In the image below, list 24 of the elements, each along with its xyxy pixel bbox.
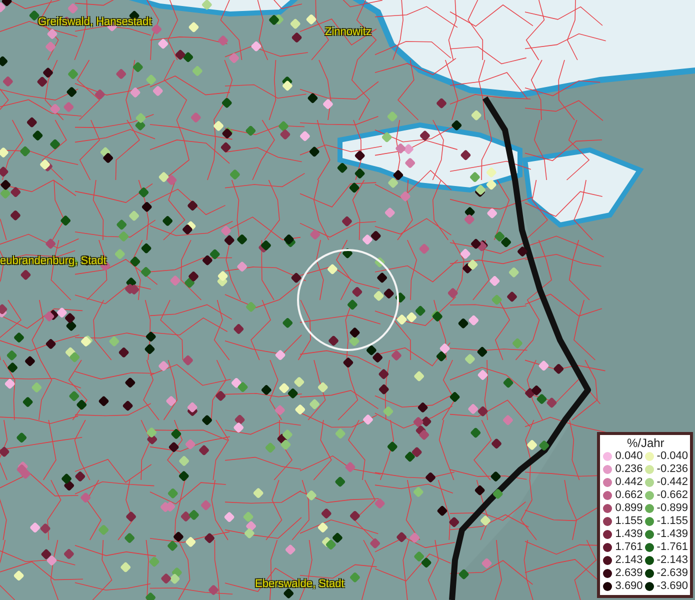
selection-ring-icon	[295, 247, 401, 353]
legend-value: -0.040	[656, 450, 688, 463]
legend-value: 2.143	[615, 554, 643, 567]
legend-value: 1.155	[615, 515, 643, 528]
legend-value: 0.236	[615, 463, 643, 476]
legend-value: -0.442	[656, 476, 688, 489]
legend-value: -3.690	[656, 580, 688, 593]
legend-value: 1.439	[615, 528, 643, 541]
legend-value: -0.662	[656, 489, 688, 502]
legend-value: -1.761	[656, 541, 688, 554]
legend-value: 1.761	[615, 541, 643, 554]
legend-value: -1.155	[656, 515, 688, 528]
legend-value: -2.639	[656, 567, 688, 580]
legend-value: 3.690	[615, 580, 643, 593]
legend-value: 2.639	[615, 567, 643, 580]
legend-title: %/Jahr	[626, 436, 666, 450]
legend-value: -2.143	[656, 554, 688, 567]
legend-value: -0.236	[656, 463, 688, 476]
legend-value: 0.662	[615, 489, 643, 502]
legend-value: 0.899	[615, 502, 643, 515]
legend-value: -0.899	[656, 502, 688, 515]
legend-value: 0.442	[615, 476, 643, 489]
legend-value: 0.040	[615, 450, 643, 463]
legend-value: -1.439	[656, 528, 688, 541]
